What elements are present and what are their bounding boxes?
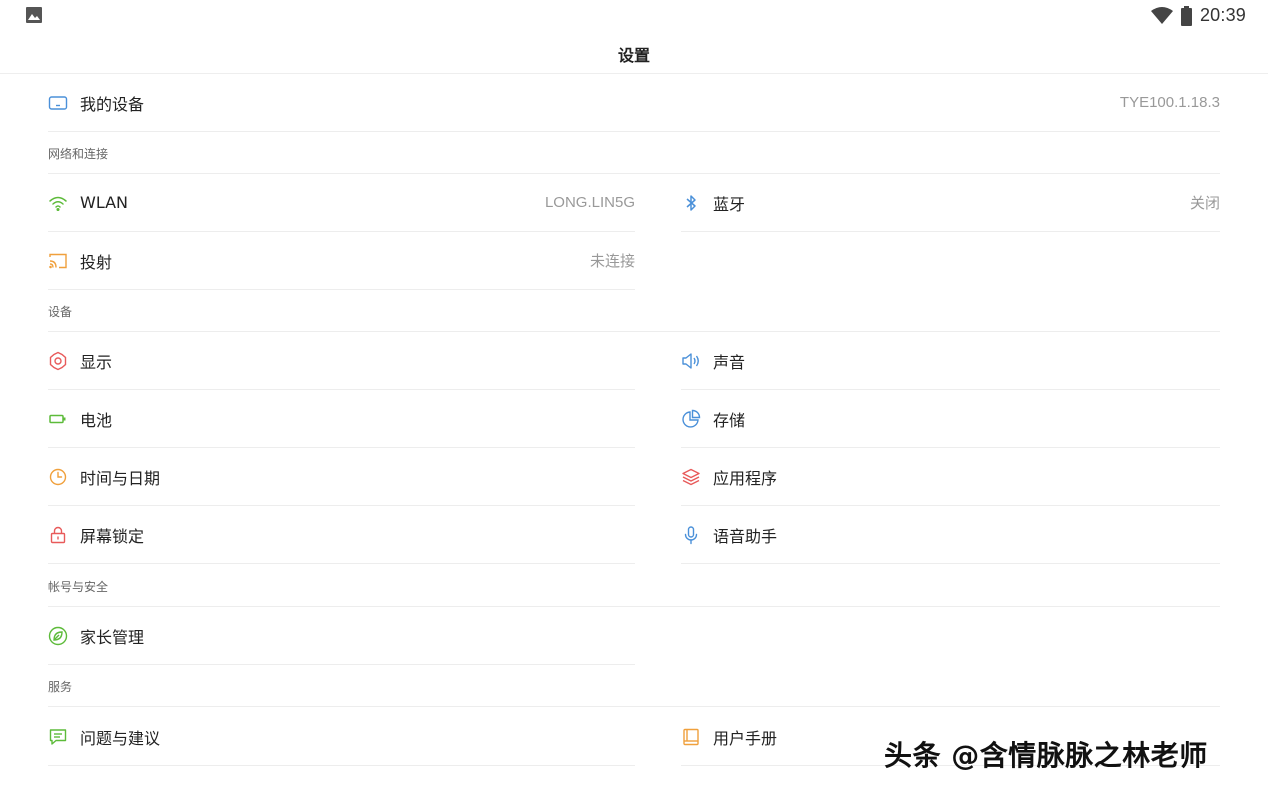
- bluetooth-label: 蓝牙: [713, 194, 746, 214]
- battery-icon: [48, 409, 68, 429]
- parental-label: 家长管理: [80, 627, 145, 647]
- pie-icon: [681, 409, 701, 429]
- device-icon: [48, 93, 68, 113]
- cast-value: 未连接: [589, 252, 635, 270]
- wifi-icon: [48, 193, 68, 213]
- display-label: 显示: [80, 352, 113, 372]
- gallery-icon: [26, 7, 42, 23]
- book-icon: [681, 727, 701, 747]
- cast-label: 投射: [80, 252, 113, 272]
- section-network: 网络和连接: [48, 132, 1220, 174]
- wlan-row[interactable]: WLAN LONG.LIN5G: [48, 174, 635, 232]
- section-account: 帐号与安全: [48, 565, 1220, 607]
- battery-label: 电池: [80, 410, 113, 430]
- apps-label: 应用程序: [713, 468, 778, 488]
- chat-icon: [48, 727, 68, 747]
- leaf-icon: [48, 626, 68, 646]
- feedback-label: 问题与建议: [80, 728, 161, 748]
- clock-icon: [48, 467, 68, 487]
- storage-label: 存储: [713, 410, 746, 430]
- layers-icon: [681, 467, 701, 487]
- mic-icon: [681, 525, 701, 545]
- lock-row[interactable]: 屏幕锁定: [48, 506, 635, 564]
- my-device-label: 我的设备: [80, 94, 145, 114]
- status-bar: 20:39: [0, 0, 1268, 34]
- lock-icon: [48, 525, 68, 545]
- wifi-status-icon: [1150, 6, 1173, 24]
- cast-row[interactable]: 投射 未连接: [48, 232, 635, 290]
- parental-row[interactable]: 家长管理: [48, 607, 635, 665]
- datetime-label: 时间与日期: [80, 468, 161, 488]
- voice-label: 语音助手: [713, 526, 778, 546]
- feedback-row[interactable]: 问题与建议: [48, 708, 635, 766]
- manual-label: 用户手册: [713, 728, 778, 748]
- display-row[interactable]: 显示: [48, 332, 635, 390]
- watermark-text: 头条 @含情脉脉之林老师: [884, 739, 1208, 772]
- wlan-value: LONG.LIN5G: [544, 194, 635, 211]
- speaker-icon: [681, 351, 701, 371]
- voice-row[interactable]: 语音助手: [681, 506, 1220, 564]
- wlan-label: WLAN: [80, 193, 129, 212]
- datetime-row[interactable]: 时间与日期: [48, 448, 635, 506]
- my-device-row[interactable]: 我的设备 TYE100.1.18.3: [48, 74, 1220, 132]
- gear-icon: [48, 351, 68, 371]
- storage-row[interactable]: 存储: [681, 390, 1220, 448]
- cast-icon: [48, 251, 68, 271]
- lock-label: 屏幕锁定: [80, 526, 145, 546]
- bluetooth-icon: [681, 193, 701, 213]
- sound-row[interactable]: 声音: [681, 332, 1220, 390]
- page-title: 设置: [617, 46, 650, 65]
- bluetooth-row[interactable]: 蓝牙 关闭: [681, 174, 1220, 232]
- my-device-version: TYE100.1.18.3: [1119, 94, 1220, 111]
- apps-row[interactable]: 应用程序: [681, 448, 1220, 506]
- sound-label: 声音: [713, 352, 746, 372]
- clock-time: 20:39: [1199, 5, 1246, 25]
- section-service: 服务: [48, 665, 1220, 707]
- bluetooth-value: 关闭: [1189, 194, 1220, 212]
- battery-row[interactable]: 电池: [48, 390, 635, 448]
- battery-status-icon: [1180, 5, 1192, 26]
- section-device: 设备: [48, 290, 1220, 332]
